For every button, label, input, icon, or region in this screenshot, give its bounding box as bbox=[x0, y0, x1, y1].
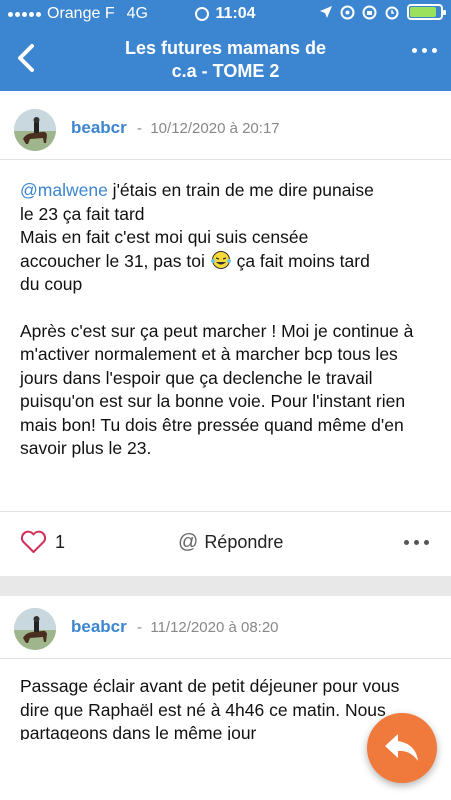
reply-label: Répondre bbox=[204, 532, 284, 552]
like-count: 1 bbox=[55, 531, 66, 552]
post-date-text: 11/12/2020 à 08:20 bbox=[150, 619, 279, 636]
status-bar: Orange F 4G 11:04 bbox=[0, 0, 451, 28]
post-text-line: @malwene j'étais en train de me dire pun… bbox=[20, 180, 374, 200]
title-line-2: c.a - TOME 2 bbox=[171, 61, 280, 81]
avatar[interactable] bbox=[14, 608, 56, 650]
back-button[interactable] bbox=[10, 38, 50, 78]
post-date: - 11/12/2020 à 08:20 bbox=[137, 619, 279, 636]
post-actions: 1 @ Répondre bbox=[0, 511, 451, 577]
post-1: beabcr - 10/12/2020 à 20:17 @malwene j'é… bbox=[0, 99, 451, 461]
reply-arrow-icon bbox=[385, 734, 418, 761]
more-button[interactable] bbox=[412, 48, 437, 53]
post-text-line: Mais en fait c'est moi qui suis censée bbox=[20, 227, 309, 247]
post-body: @malwene j'étais en train de me dire pun… bbox=[0, 160, 451, 461]
fab-reply-button[interactable] bbox=[367, 713, 437, 783]
post-paragraph: Après c'est sur ça peut marcher ! Moi je… bbox=[20, 320, 414, 459]
mention-link[interactable]: @malwene bbox=[20, 180, 108, 200]
post-author[interactable]: beabcr bbox=[71, 118, 127, 138]
page-title: Les futures mamans de c.a - TOME 2 bbox=[70, 37, 381, 83]
sync-icon bbox=[340, 5, 355, 19]
post-author[interactable]: beabcr bbox=[71, 617, 127, 637]
at-icon: @ bbox=[178, 531, 199, 553]
post-header: beabcr - 11/12/2020 à 08:20 bbox=[0, 598, 451, 659]
heart-icon bbox=[20, 530, 47, 553]
post-text-line: accoucher le 31, pas toi ça fait moins t… bbox=[20, 250, 370, 271]
title-line-1: Les futures mamans de bbox=[124, 38, 327, 58]
chevron-left-icon bbox=[18, 44, 34, 72]
post-more-button[interactable] bbox=[404, 540, 429, 545]
post-paragraph: Passage éclair avant de petit déjeuner p… bbox=[20, 676, 400, 740]
status-right bbox=[319, 4, 446, 20]
post-date-text: 10/12/2020 à 20:17 bbox=[150, 120, 280, 137]
reply-button[interactable]: @ Répondre bbox=[178, 531, 283, 554]
laughing-emoji-icon bbox=[210, 250, 231, 269]
avatar-image bbox=[14, 608, 56, 650]
battery-icon bbox=[407, 4, 446, 20]
post-header: beabcr - 10/12/2020 à 20:17 bbox=[0, 99, 451, 160]
alarm-icon bbox=[385, 6, 399, 20]
avatar-image bbox=[14, 109, 56, 151]
avatar[interactable] bbox=[14, 109, 56, 151]
location-icon bbox=[320, 6, 332, 18]
post-text-line: le 23 ça fait tard bbox=[20, 203, 145, 224]
nav-bar: Les futures mamans de c.a - TOME 2 bbox=[0, 28, 451, 91]
rotation-lock-icon bbox=[362, 5, 377, 19]
time-label: 11:04 bbox=[215, 5, 256, 22]
like-button[interactable]: 1 bbox=[20, 530, 65, 554]
post-text-line: du coup bbox=[20, 274, 83, 294]
clock-icon bbox=[195, 7, 210, 21]
post-date: - 10/12/2020 à 20:17 bbox=[137, 120, 280, 137]
post-separator bbox=[0, 576, 451, 596]
